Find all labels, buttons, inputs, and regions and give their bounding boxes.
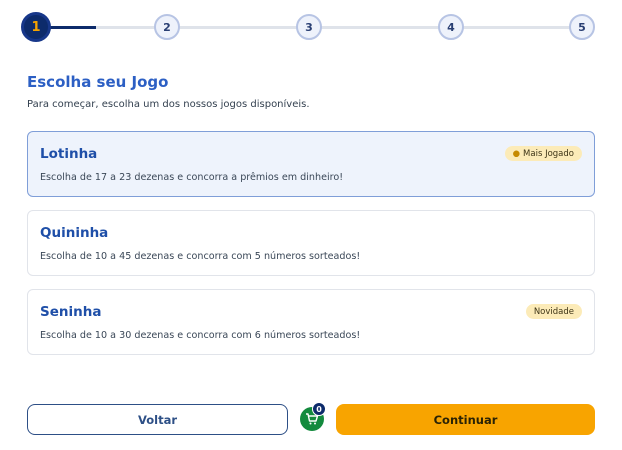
page-title: Escolha seu Jogo [27, 73, 169, 91]
page-subtitle: Para começar, escolha um dos nossos jogo… [27, 99, 310, 110]
step-5[interactable]: 5 [569, 14, 595, 40]
game-description: Escolha de 17 a 23 dezenas e concorra a … [40, 172, 344, 183]
continue-button[interactable]: Continuar [336, 404, 595, 435]
game-name: Seninha [40, 304, 102, 320]
fire-icon: ● [512, 148, 521, 159]
step-4[interactable]: 4 [438, 14, 464, 40]
badge-novidade: Novidade [525, 304, 582, 319]
step-1[interactable]: 1 [21, 12, 51, 42]
game-name: Quininha [40, 225, 109, 241]
game-card-quininha[interactable]: Quininha Escolha de 10 a 45 dezenas e co… [27, 210, 595, 276]
badge-mais-jogado: ● Mais Jogado [504, 146, 582, 161]
stepper: 1 2 3 4 5 [0, 0, 622, 56]
step-2[interactable]: 2 [154, 14, 180, 40]
step-3[interactable]: 3 [296, 14, 322, 40]
game-description: Escolha de 10 a 45 dezenas e concorra co… [40, 251, 361, 262]
back-button[interactable]: Voltar [27, 404, 288, 435]
cart-count-badge: 0 [312, 402, 326, 416]
game-card-lotinha[interactable]: Lotinha ● Mais Jogado Escolha de 17 a 23… [27, 131, 595, 197]
game-name: Lotinha [40, 146, 98, 162]
game-description: Escolha de 10 a 30 dezenas e concorra co… [40, 330, 361, 341]
badge-label: Novidade [533, 306, 574, 317]
badge-label: Mais Jogado [523, 148, 574, 159]
game-card-seninha[interactable]: Seninha Novidade Escolha de 10 a 30 deze… [27, 289, 595, 355]
